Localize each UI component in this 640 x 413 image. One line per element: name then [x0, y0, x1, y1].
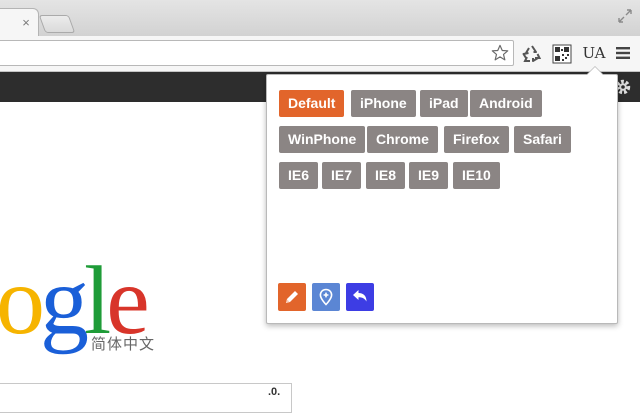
search-input[interactable]	[0, 383, 292, 413]
restore-window-icon[interactable]	[618, 9, 632, 23]
ua-button-ipad[interactable]: iPad	[420, 90, 468, 117]
logo-letter: g	[40, 247, 89, 355]
qr-code-extension-icon[interactable]	[552, 44, 572, 64]
ua-button-firefox[interactable]: Firefox	[444, 126, 509, 153]
ua-button-chrome[interactable]: Chrome	[367, 126, 438, 153]
ua-button-winphone[interactable]: WinPhone	[279, 126, 366, 153]
add-location-button[interactable]	[312, 283, 340, 311]
new-tab-button[interactable]	[38, 15, 76, 33]
ua-button-ie6[interactable]: IE6	[279, 162, 319, 189]
menu-icon[interactable]	[615, 46, 631, 60]
popup-arrow-inner	[587, 67, 603, 75]
logo-letter: o	[0, 247, 45, 355]
ua-switcher-extension-icon[interactable]: UA	[581, 42, 607, 64]
ua-button-iphone[interactable]: iPhone	[351, 90, 416, 117]
ua-button-ie10[interactable]: IE10	[453, 162, 500, 189]
search-tool-icon[interactable]: .0.	[268, 386, 280, 398]
reset-ua-button[interactable]	[346, 283, 374, 311]
pencil-icon	[286, 291, 298, 303]
ua-button-safari[interactable]: Safari	[514, 126, 571, 153]
ua-button-ie8[interactable]: IE8	[366, 162, 406, 189]
logo-subtitle: 简体中文	[91, 336, 156, 353]
undo-icon	[353, 290, 367, 302]
tab-strip: ×	[0, 0, 640, 37]
ua-button-android[interactable]: Android	[470, 90, 542, 117]
map-pin-icon	[319, 288, 333, 306]
bookmark-star-icon[interactable]	[491, 44, 509, 62]
edit-ua-button[interactable]	[278, 283, 306, 311]
ua-button-ie9[interactable]: IE9	[409, 162, 449, 189]
recycle-extension-icon[interactable]	[522, 44, 542, 64]
toolbar	[0, 36, 640, 72]
tab-close-icon[interactable]: ×	[20, 16, 32, 29]
address-bar[interactable]	[0, 40, 514, 66]
ua-button-ie7[interactable]: IE7	[322, 162, 362, 189]
ua-button-default[interactable]: Default	[279, 90, 345, 117]
